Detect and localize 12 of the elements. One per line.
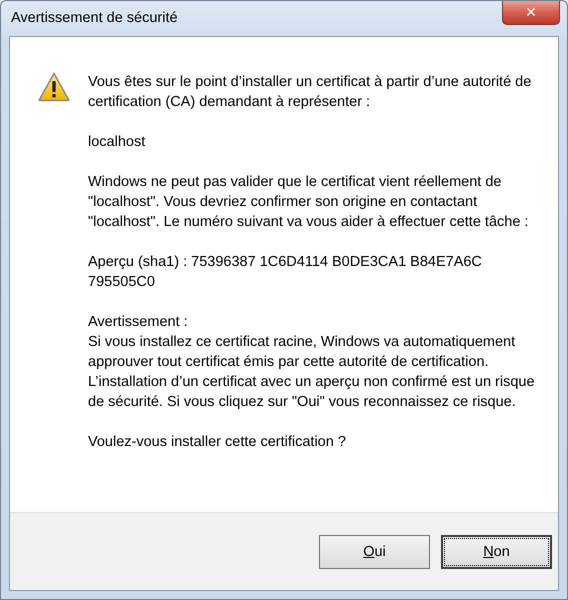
message-text: Windows ne peut pas valider que le certificat vient réellement de "localhost". Vous devriez confirmer son origine en contactant "localhost". Le numéro suivant va vous aider à effectuer cette tâche : (88, 173, 530, 232)
message-text: Vous êtes sur le point d’installer un certificat à partir d’une autorité de certification (CA) demandant à représenter : (88, 73, 532, 112)
warning-text: Si vous installez ce certificat racine, Windows va automatiquement approuver tout certificat émis par cette autorité de certification. L’installation d’un certificat avec un aperçu non confirmé est un risque de sécurité. Si vous cliquez sur "Oui" vous reconnaissez ce risque. (88, 333, 536, 412)
dialog-button[interactable]: Non (441, 534, 552, 568)
warning-heading: Avertissement : (88, 313, 189, 332)
warning-icon (38, 72, 70, 102)
message-text: localhost (88, 133, 146, 152)
window-title: Avertissement de sécurité (11, 10, 178, 26)
dialog-button[interactable]: Oui (319, 534, 430, 568)
message-text: Aperçu (sha1) : 75396387 1C6D4114 B0DE3CA1 B84E7A6C 795505C0 (88, 253, 483, 292)
message-text: Voulez-vous installer cette certification ? (88, 433, 347, 452)
close-button[interactable]: ✕ (502, 1, 560, 25)
